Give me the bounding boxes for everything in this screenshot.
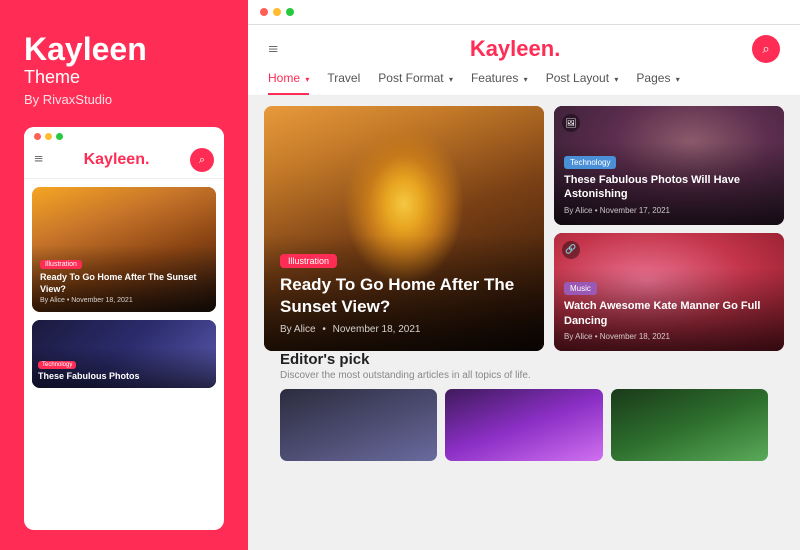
editors-card-3[interactable] bbox=[611, 389, 768, 461]
site-logo: Kayleen. bbox=[470, 36, 561, 62]
nav-item-pages[interactable]: Pages ▾ bbox=[636, 71, 679, 95]
side-card-2-icon: 🔗 bbox=[562, 241, 580, 259]
main-card[interactable]: Illustration Ready To Go Home After The … bbox=[264, 106, 544, 351]
side-card-1[interactable]: 🖼 Technology These Fabulous Photos Will … bbox=[554, 106, 784, 225]
left-panel: Kayleen Theme By RivaxStudio ≡ Kayleen. … bbox=[0, 0, 248, 550]
main-card-author: By Alice bbox=[280, 324, 316, 335]
mobile-small-card: Technology These Fabulous Photos bbox=[32, 320, 216, 388]
main-card-title: Ready To Go Home After The Sunset View? bbox=[280, 274, 528, 318]
side-card-1-badge: Technology bbox=[564, 156, 616, 169]
mobile-main-card-title: Ready To Go Home After The Sunset View? bbox=[40, 272, 208, 295]
mobile-search-button[interactable]: ⌕ bbox=[190, 148, 214, 172]
main-card-badge: Illustration bbox=[280, 254, 337, 268]
editors-pick-subtitle: Discover the most outstanding articles i… bbox=[280, 370, 768, 381]
nav-item-features[interactable]: Features ▾ bbox=[471, 71, 528, 95]
mobile-small-card-overlay: Technology These Fabulous Photos bbox=[32, 347, 216, 389]
main-card-meta: By Alice • November 18, 2021 bbox=[280, 324, 528, 335]
side-card-2-date: November 18, 2021 bbox=[600, 332, 670, 341]
mobile-logo-text: Kayleen bbox=[84, 151, 145, 168]
dot-green bbox=[56, 133, 63, 140]
side-card-2-meta: By Alice • November 18, 2021 bbox=[564, 332, 774, 341]
side-card-2[interactable]: 🔗 Music Watch Awesome Kate Manner Go Ful… bbox=[554, 233, 784, 352]
brand-name: Kayleen bbox=[24, 32, 224, 67]
content-area: Illustration Ready To Go Home After The … bbox=[248, 96, 800, 550]
site-search-button[interactable]: ⌕ bbox=[752, 35, 780, 63]
mobile-main-card-badge: Illustration bbox=[40, 260, 82, 269]
browser-dot-red bbox=[260, 8, 268, 16]
mobile-logo-dot: . bbox=[145, 151, 149, 168]
nav-item-post-format[interactable]: Post Format ▾ bbox=[378, 71, 453, 95]
side-card-2-badge: Music bbox=[564, 282, 597, 295]
side-card-1-title: These Fabulous Photos Will Have Astonish… bbox=[564, 173, 774, 202]
right-panel: ≡ Kayleen. ⌕ Home ▾ Travel Post Format ▾… bbox=[248, 0, 800, 550]
editors-pick-title: Editor's pick bbox=[280, 351, 768, 368]
mobile-main-card: Illustration Ready To Go Home After The … bbox=[32, 187, 216, 312]
side-card-2-title: Watch Awesome Kate Manner Go Full Dancin… bbox=[564, 299, 774, 328]
mobile-main-card-meta: By Alice • November 18, 2021 bbox=[40, 297, 208, 304]
mobile-small-card-title: These Fabulous Photos bbox=[38, 371, 210, 383]
nav-item-home[interactable]: Home ▾ bbox=[268, 71, 309, 95]
browser-dot-green bbox=[286, 8, 294, 16]
side-cards: 🖼 Technology These Fabulous Photos Will … bbox=[554, 106, 784, 351]
brand-title: Kayleen Theme By RivaxStudio bbox=[24, 32, 224, 127]
site-hamburger-icon[interactable]: ≡ bbox=[268, 39, 278, 60]
side-card-1-date: November 17, 2021 bbox=[600, 206, 670, 215]
site-header: ≡ Kayleen. ⌕ Home ▾ Travel Post Format ▾… bbox=[248, 25, 800, 96]
dot-red bbox=[34, 133, 41, 140]
nav-item-travel[interactable]: Travel bbox=[327, 71, 360, 95]
editors-card-2[interactable] bbox=[445, 389, 602, 461]
site-nav: Home ▾ Travel Post Format ▾ Features ▾ P… bbox=[268, 71, 780, 95]
nav-item-post-layout[interactable]: Post Layout ▾ bbox=[546, 71, 619, 95]
site-logo-text: Kayleen bbox=[470, 36, 554, 61]
mobile-preview: ≡ Kayleen. ⌕ Illustration Ready To Go Ho… bbox=[24, 127, 224, 530]
mobile-small-card-badge: Technology bbox=[38, 361, 76, 369]
side-card-1-overlay: Technology These Fabulous Photos Will Ha… bbox=[554, 142, 784, 225]
side-card-2-overlay: Music Watch Awesome Kate Manner Go Full … bbox=[554, 268, 784, 351]
brand-theme-label: Theme bbox=[24, 67, 224, 88]
main-card-overlay: Illustration Ready To Go Home After The … bbox=[264, 235, 544, 351]
browser-bar bbox=[248, 0, 800, 25]
browser-dot-yellow bbox=[273, 8, 281, 16]
editors-section: Editor's pick Discover the most outstand… bbox=[264, 351, 784, 461]
mobile-main-card-overlay: Illustration Ready To Go Home After The … bbox=[32, 245, 216, 312]
site-logo-dot: . bbox=[554, 36, 560, 61]
dot-yellow bbox=[45, 133, 52, 140]
mobile-hamburger-icon[interactable]: ≡ bbox=[34, 151, 43, 169]
site-header-top: ≡ Kayleen. ⌕ bbox=[268, 35, 780, 63]
content-grid: Illustration Ready To Go Home After The … bbox=[264, 106, 784, 351]
editors-grid bbox=[280, 389, 768, 461]
mobile-logo: Kayleen. bbox=[84, 151, 150, 169]
side-card-1-meta: By Alice • November 17, 2021 bbox=[564, 206, 774, 215]
main-card-date: November 18, 2021 bbox=[333, 324, 421, 335]
side-card-2-author: By Alice bbox=[564, 332, 592, 341]
side-card-1-author: By Alice bbox=[564, 206, 592, 215]
meta-separator: • bbox=[322, 324, 328, 335]
editors-card-1[interactable] bbox=[280, 389, 437, 461]
side-card-1-icon: 🖼 bbox=[562, 114, 580, 132]
mobile-header: ≡ Kayleen. ⌕ bbox=[24, 144, 224, 179]
brand-by-label: By RivaxStudio bbox=[24, 92, 224, 107]
mobile-preview-bar bbox=[24, 127, 224, 144]
